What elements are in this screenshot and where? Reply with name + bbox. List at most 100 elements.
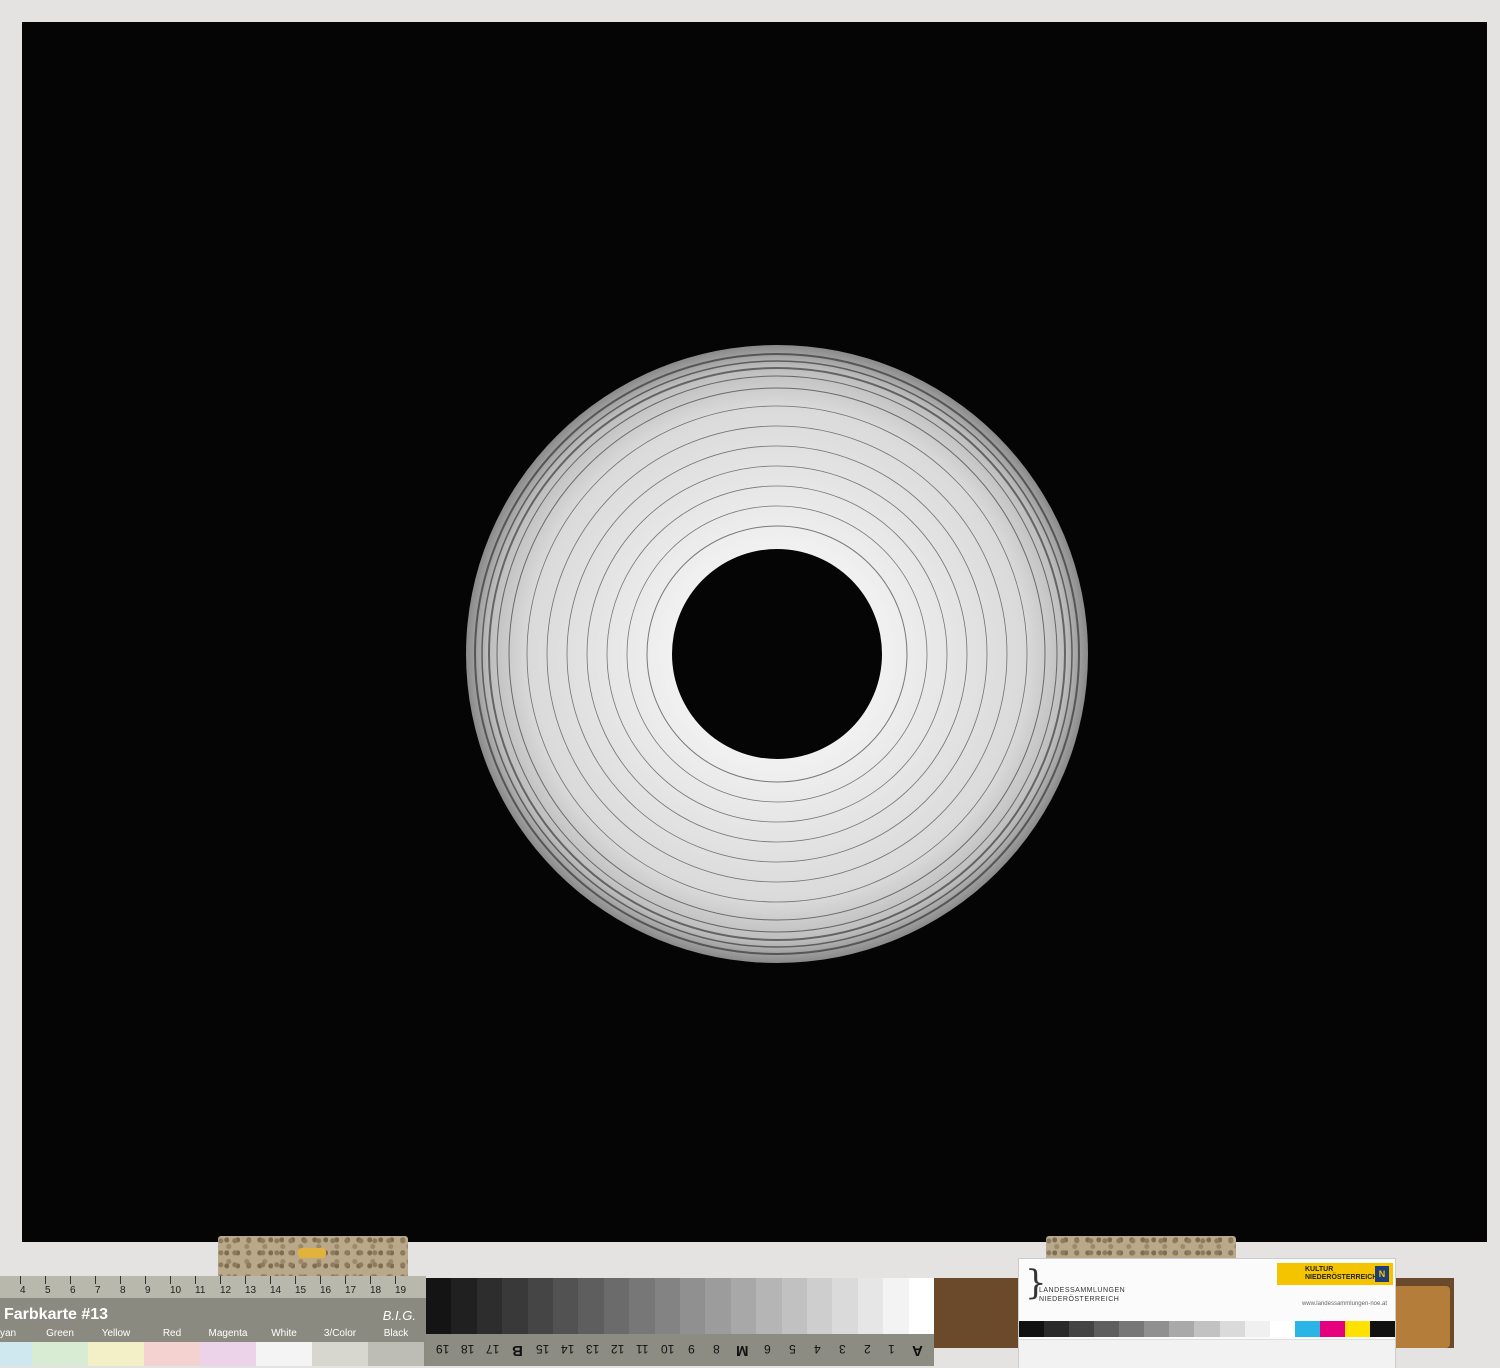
color-label: Red <box>162 1328 182 1339</box>
ruler-number: 4 <box>20 1285 26 1296</box>
color-patch <box>312 1342 368 1366</box>
color-patch <box>144 1342 200 1366</box>
greyscale-patch <box>908 1278 935 1334</box>
greyscale-number: 11 <box>636 1342 649 1356</box>
ruler-number: 7 <box>95 1285 101 1296</box>
ruler-number: 16 <box>320 1285 332 1296</box>
color-label: Black <box>383 1328 409 1339</box>
greyscale-patch <box>476 1278 503 1334</box>
card-name-line1: LANDESSAMMLUNGEN <box>1039 1287 1126 1294</box>
color-patch <box>368 1342 424 1366</box>
ruler-number: 6 <box>70 1285 76 1296</box>
greyscale-patch <box>578 1278 605 1334</box>
card-strip-patch <box>1044 1321 1070 1337</box>
greyscale-patch <box>629 1278 656 1334</box>
greyscale-patch <box>705 1278 732 1334</box>
greyscale-number: A <box>912 1342 923 1359</box>
greyscale-number: 19 <box>436 1342 450 1356</box>
greyscale-patch <box>553 1278 579 1334</box>
greyscale-number: 12 <box>611 1342 625 1356</box>
foam-support-left <box>218 1236 408 1278</box>
greyscale-patch <box>857 1278 884 1334</box>
greyscale-number: B <box>512 1342 523 1359</box>
ruler-number: 10 <box>170 1285 182 1296</box>
color-target-card: 4 5 6 7 8 9 10 11 12 13 14 15 16 17 18 1… <box>0 1276 426 1366</box>
card-strip-patch <box>1344 1321 1371 1337</box>
card-strip-patch <box>1294 1321 1321 1337</box>
greyscale-number: 9 <box>688 1342 695 1356</box>
kultur-line1: KULTUR <box>1305 1266 1334 1273</box>
greyscale-number: 3 <box>839 1342 846 1356</box>
greyscale-target: 19 18 17 B 15 14 13 12 11 10 9 8 M 6 5 4… <box>426 1278 935 1366</box>
greyscale-number: 13 <box>586 1342 600 1356</box>
card-strip-patch <box>1369 1321 1396 1337</box>
ruler-number: 15 <box>295 1285 307 1296</box>
card-strip-patch <box>1219 1321 1246 1337</box>
card-strip-patch <box>1069 1321 1095 1337</box>
ruler-number: 17 <box>345 1285 357 1296</box>
ruler-number: 13 <box>245 1285 257 1296</box>
color-patch <box>32 1342 88 1366</box>
ruler-number: 9 <box>145 1285 151 1296</box>
card-strip-patch <box>1169 1321 1195 1337</box>
greyscale-patch <box>883 1278 910 1334</box>
greyscale-patch <box>781 1278 808 1334</box>
wooden-stand-end <box>1394 1286 1450 1348</box>
greyscale-numbers: 19 18 17 B 15 14 13 12 11 10 9 8 M 6 5 4… <box>426 1334 934 1366</box>
color-label: yan <box>0 1328 17 1339</box>
greyscale-patch <box>832 1278 859 1334</box>
ruler-number: 12 <box>220 1285 232 1296</box>
greyscale-number: 10 <box>661 1342 675 1356</box>
card-url: www.landessammlungen-noe.at <box>1301 1301 1387 1307</box>
card-strip-patch <box>1144 1321 1170 1337</box>
card-strip-patch <box>1019 1321 1045 1337</box>
black-photographic-board <box>22 22 1487 1242</box>
greyscale-patch <box>527 1278 554 1334</box>
color-label: Magenta <box>208 1328 248 1339</box>
greyscale-patch <box>654 1278 681 1334</box>
greyscale-number: 6 <box>764 1342 771 1356</box>
card-name-line2: NIEDERÖSTERREICH <box>1039 1296 1120 1303</box>
card-strip-patch <box>1119 1321 1145 1337</box>
greyscale-number: 1 <box>888 1342 895 1356</box>
greyscale-number: 8 <box>713 1342 720 1356</box>
ruler: 4 5 6 7 8 9 10 11 12 13 14 15 16 17 18 1… <box>0 1276 426 1298</box>
ruler-number: 5 <box>45 1285 51 1296</box>
ruler-number: 8 <box>120 1285 126 1296</box>
color-card-brand: B.I.G. <box>382 1308 416 1323</box>
noe-logo-icon: N <box>1375 1266 1389 1282</box>
color-label: White <box>271 1328 297 1339</box>
color-patch <box>0 1342 32 1366</box>
greyscale-patch <box>807 1278 833 1334</box>
color-label: 3/Color <box>323 1328 357 1339</box>
card-strip-patch <box>1269 1321 1296 1337</box>
greyscale-patch <box>502 1278 529 1334</box>
vinyl-record-photogram <box>466 345 1088 963</box>
card-strip-patch <box>1094 1321 1120 1337</box>
color-card-title: Farbkarte #13 <box>4 1306 109 1323</box>
kultur-badge: KULTUR NIEDERÖSTERREICH N <box>1277 1263 1393 1285</box>
color-patch <box>88 1342 144 1366</box>
color-label: Green <box>46 1328 74 1339</box>
greyscale-patch <box>603 1278 630 1334</box>
greyscale-number: 14 <box>561 1342 575 1356</box>
greyscale-number: 15 <box>536 1342 550 1356</box>
greyscale-number: 18 <box>461 1342 475 1356</box>
card-strip-patch <box>1194 1321 1221 1337</box>
card-strip-patch <box>1244 1321 1271 1337</box>
greyscale-number: 2 <box>864 1342 871 1356</box>
greyscale-patch <box>680 1278 706 1334</box>
ruler-number: 19 <box>395 1285 407 1296</box>
color-patch <box>200 1342 256 1366</box>
ruler-number: 14 <box>270 1285 282 1296</box>
card-color-strip <box>1019 1321 1396 1337</box>
greyscale-patch <box>756 1278 783 1334</box>
greyscale-patch <box>451 1278 478 1334</box>
greyscale-number: 4 <box>814 1342 821 1356</box>
color-label: Yellow <box>101 1328 131 1339</box>
ruler-number: 11 <box>195 1285 206 1296</box>
greyscale-number: M <box>736 1342 749 1359</box>
ruler-number: 18 <box>370 1285 382 1296</box>
greyscale-patch <box>426 1278 452 1334</box>
color-patch <box>256 1342 312 1366</box>
